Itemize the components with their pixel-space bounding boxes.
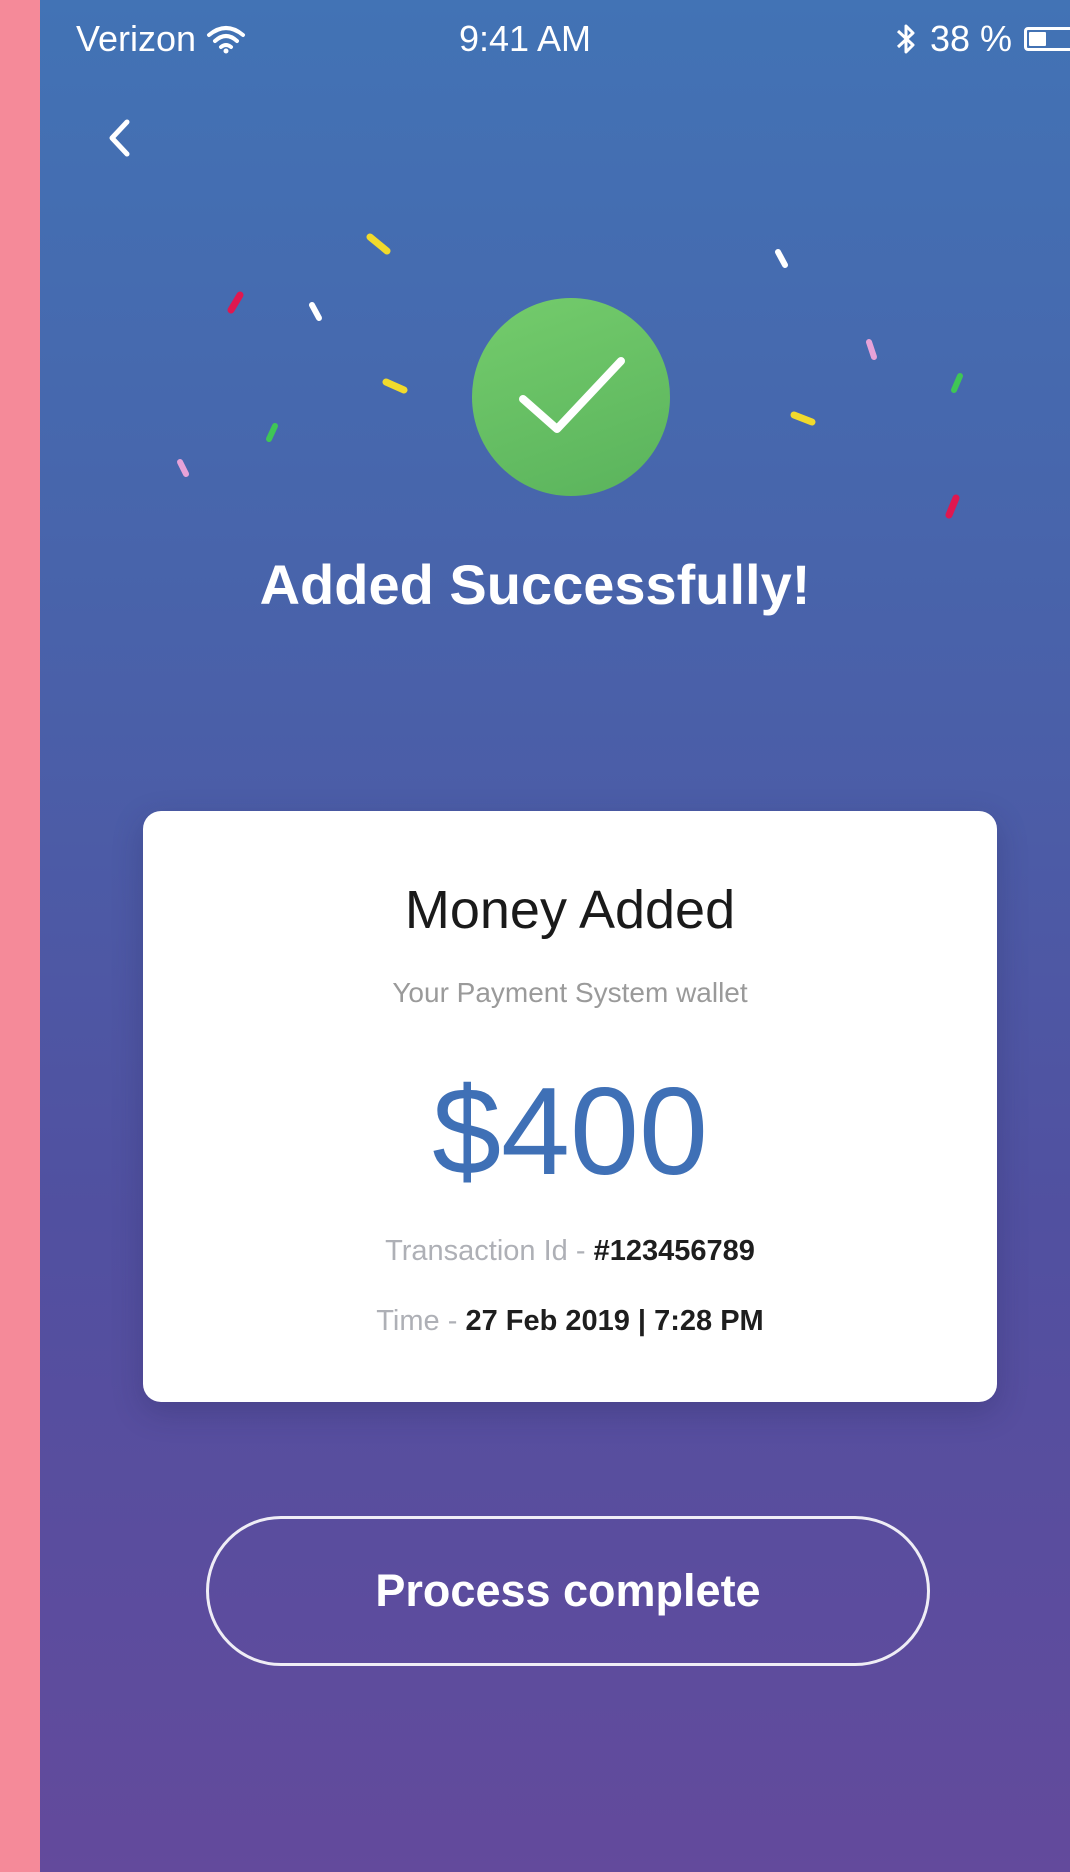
transaction-card: Money Added Your Payment System wallet $…: [143, 811, 997, 1402]
process-complete-button[interactable]: Process complete: [206, 1516, 930, 1666]
card-subtitle: Your Payment System wallet: [392, 977, 748, 1008]
time-row: Time - 27 Feb 2019 | 7:28 PM: [143, 1305, 997, 1338]
success-headline: Added Successfully!: [259, 553, 811, 616]
card-title: Money Added: [404, 880, 736, 940]
transaction-id-row: Transaction Id - #123456789: [143, 1235, 997, 1268]
time-value: 27 Feb 2019 | 7:28 PM: [465, 1305, 764, 1337]
phone-screen: Verizon 9:41 AM 38 % Added Successfully!…: [40, 0, 1070, 1872]
transaction-id-value: #123456789: [593, 1235, 755, 1267]
amount-value: $400: [432, 1063, 708, 1201]
success-badge: [472, 298, 670, 496]
checkmark-icon: [519, 357, 625, 433]
time-label: Time -: [376, 1305, 458, 1337]
transaction-id-label: Transaction Id -: [385, 1235, 586, 1267]
